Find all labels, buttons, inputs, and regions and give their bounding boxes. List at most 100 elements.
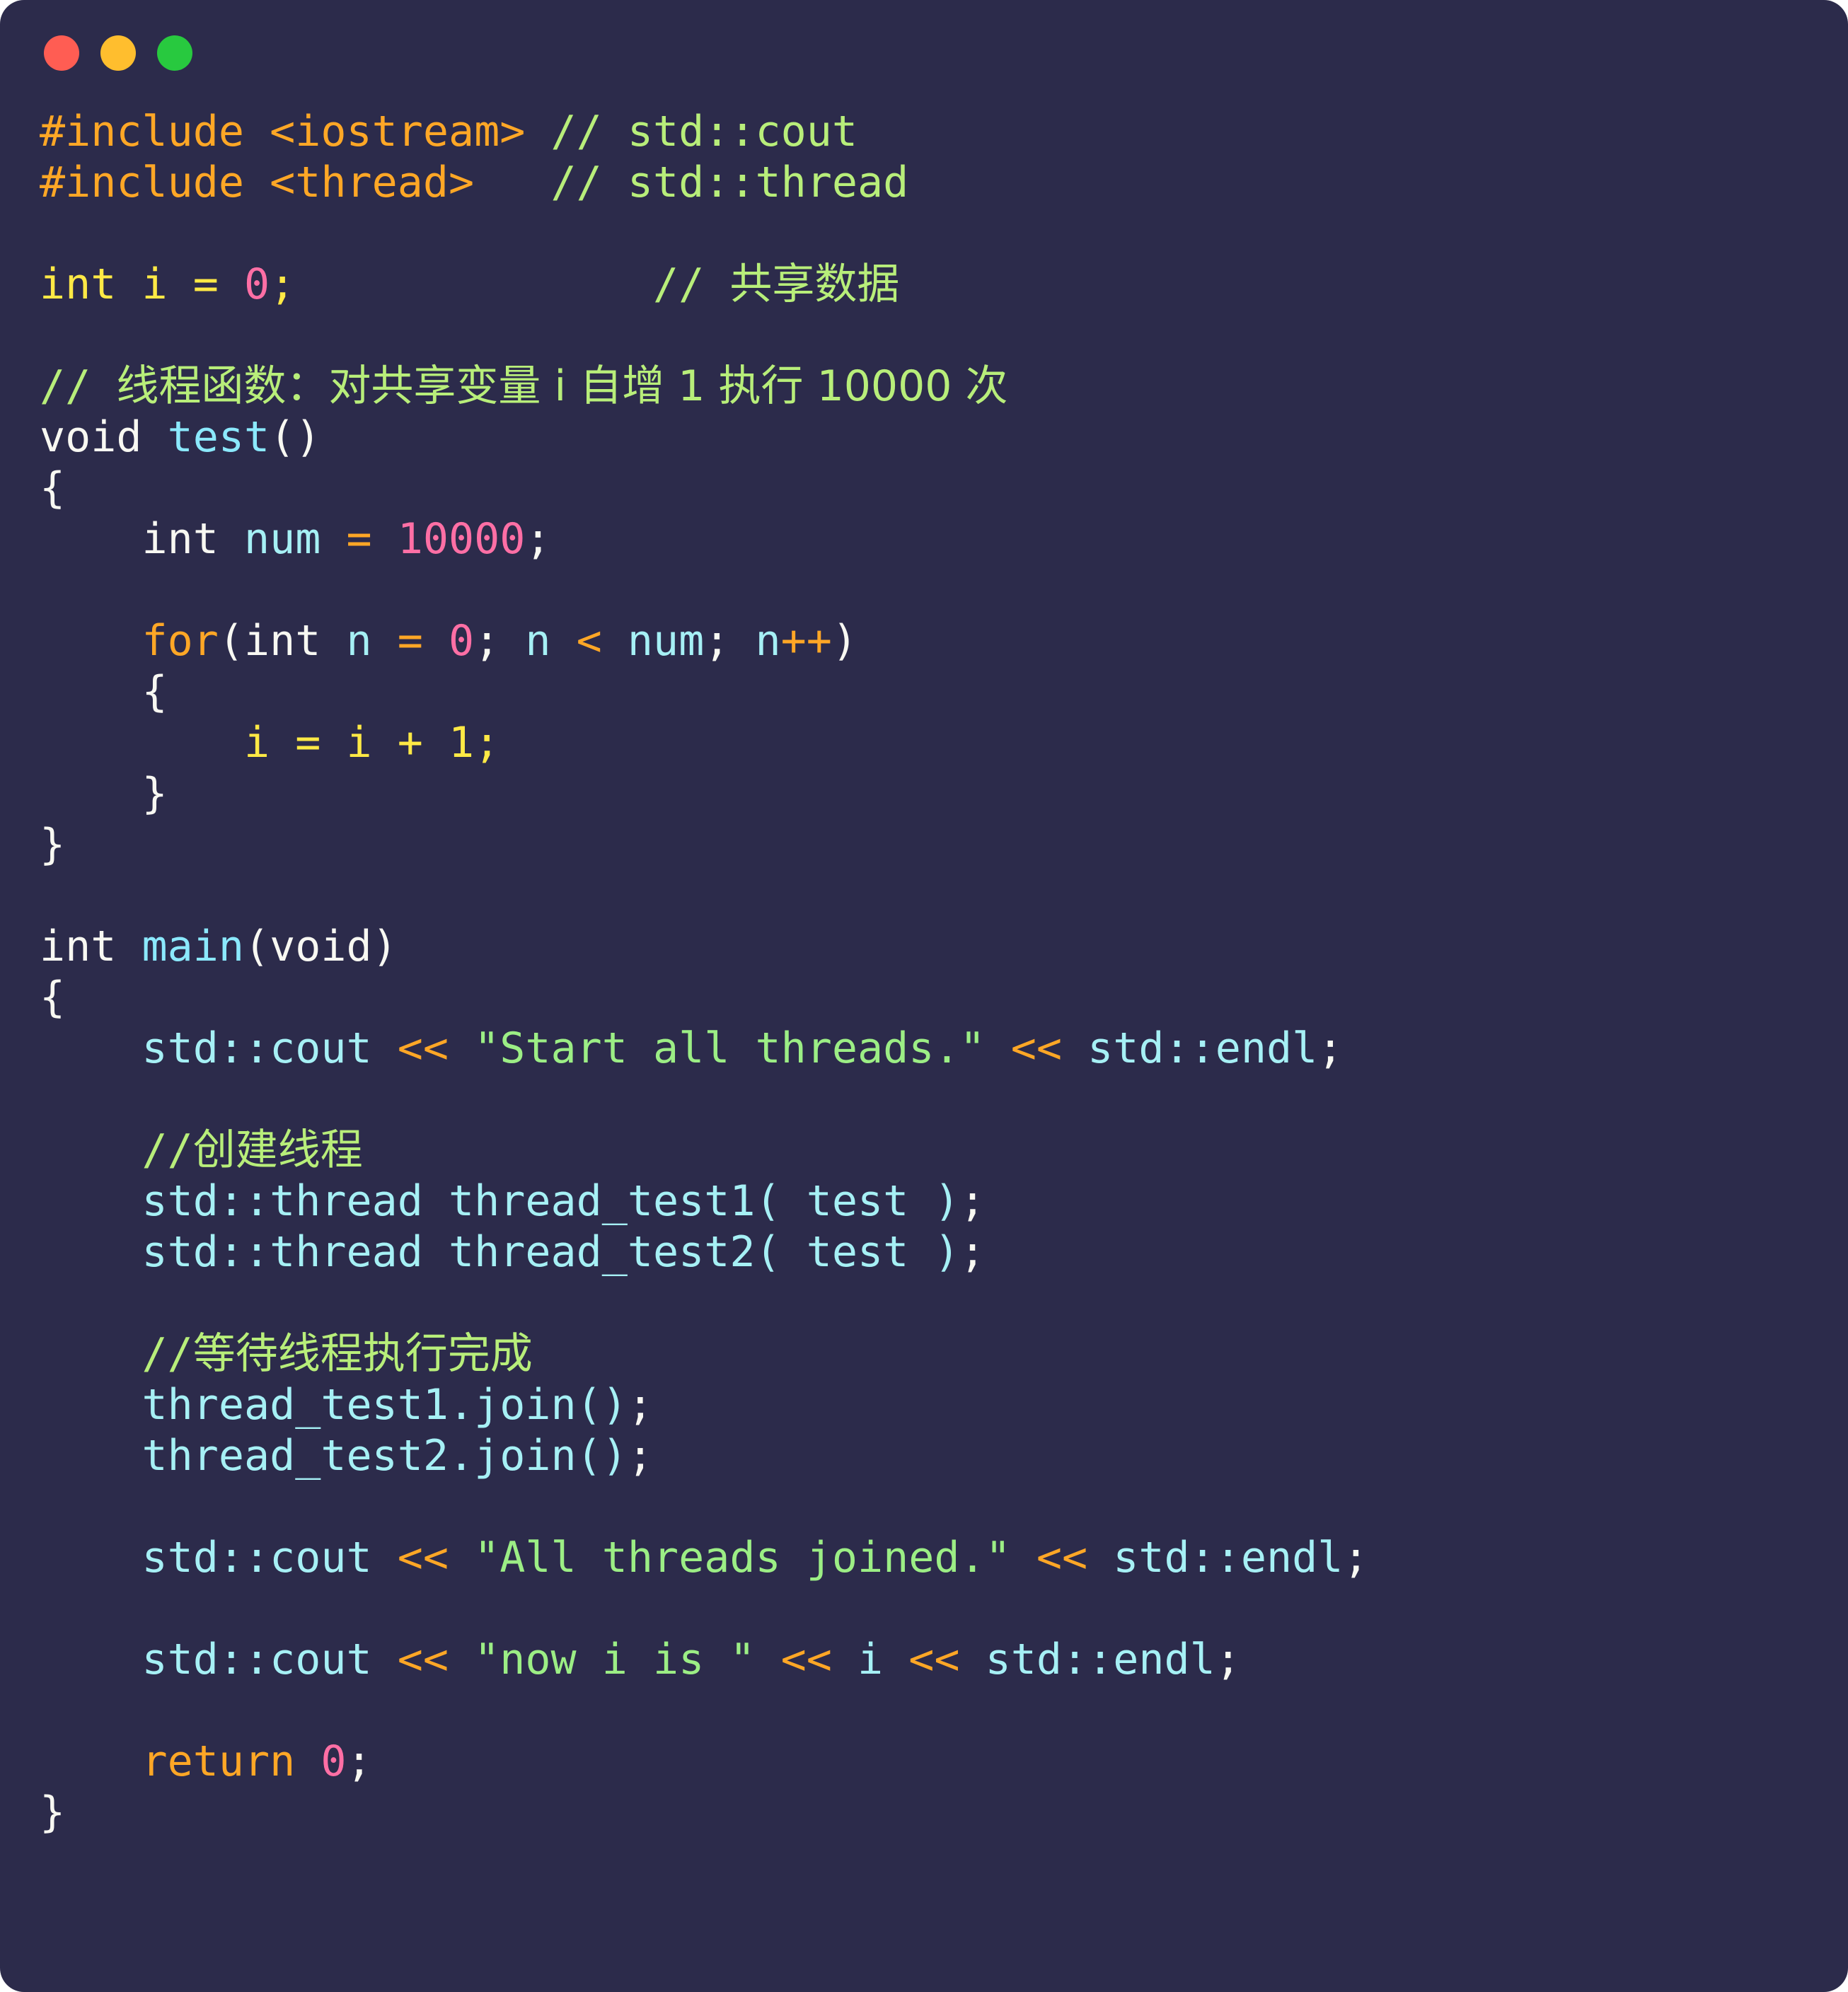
code-token-ident: num	[244, 514, 321, 564]
code-token-punct: ;	[474, 616, 526, 666]
code-token-comment: 等待线程执行完成	[192, 1329, 533, 1379]
code-token-punct: ;	[627, 1380, 653, 1430]
code-token-pre: #include <thread>	[40, 158, 475, 207]
code-line: void test()	[40, 412, 1848, 463]
code-token-ident: std::endl	[985, 1635, 1215, 1684]
code-token-ident: std::thread thread_test1( test )	[142, 1176, 960, 1226]
code-token-comment: //	[652, 260, 730, 309]
code-line: //等待线程执行完成	[40, 1328, 1848, 1379]
code-token-comment: //	[142, 1329, 193, 1379]
maximize-button-icon[interactable]	[157, 35, 192, 71]
code-token-var: 1	[448, 718, 475, 768]
code-token-ident: num	[627, 616, 705, 666]
code-token-punct: ()	[270, 412, 321, 462]
code-token-comment: 共享数据	[729, 260, 900, 309]
code-token-ident: i	[857, 1635, 884, 1684]
code-token-func: main	[142, 922, 245, 971]
code-token-punct: ;	[627, 1431, 653, 1481]
code-token-keyword: for	[142, 616, 219, 666]
code-token-punct: ;	[525, 514, 551, 564]
code-line: {	[40, 463, 1848, 514]
code-token-op: ++	[780, 616, 832, 666]
code-token-punct: )	[371, 922, 398, 971]
code-token-op: <<	[1036, 1533, 1088, 1582]
code-token-num: 0	[449, 616, 475, 666]
code-token-punct: }	[142, 769, 168, 818]
code-token-string: "Start all threads."	[474, 1024, 986, 1073]
code-token-num: 0	[243, 260, 270, 309]
code-token-var: ;	[474, 718, 500, 768]
code-token-func: test	[167, 412, 270, 462]
code-token-punct: (	[244, 922, 270, 971]
code-line: #include <iostream> // std::cout	[40, 106, 1848, 157]
code-token-op: =	[397, 616, 423, 666]
code-token-pre: #include <iostream>	[40, 107, 526, 156]
code-line: int main(void)	[40, 921, 1848, 972]
code-token-punct: ;	[959, 1176, 986, 1226]
code-token-ident: thread_test1.join()	[142, 1380, 628, 1430]
code-token-punct: {	[40, 973, 66, 1022]
code-token-type: int	[142, 514, 244, 564]
code-token-string: "All threads joined."	[474, 1533, 1011, 1582]
code-block[interactable]: #include <iostream> // std::cout #include…	[0, 106, 1848, 1838]
code-token-keyword: return	[142, 1737, 296, 1786]
code-line: int num = 10000;	[40, 514, 1848, 564]
code-token-comment: // std::cout	[550, 107, 857, 156]
code-token-var: int i =	[40, 260, 244, 309]
minimize-button-icon[interactable]	[100, 35, 136, 71]
close-button-icon[interactable]	[44, 35, 79, 71]
code-token-type: void	[270, 922, 372, 971]
code-token-comment: // std::thread	[550, 158, 909, 207]
code-token-ident: std::endl	[1113, 1533, 1344, 1582]
code-line: }	[40, 819, 1848, 870]
code-token-punct: }	[40, 820, 66, 869]
code-token-punct: {	[142, 667, 168, 717]
code-token-ident: std::endl	[1087, 1024, 1318, 1073]
code-line: int i = 0; // 共享数据	[40, 259, 1848, 310]
code-line: {	[40, 972, 1848, 1023]
code-line: }	[40, 1787, 1848, 1838]
code-line: i = i + 1;	[40, 717, 1848, 768]
code-line: std::thread thread_test2( test );	[40, 1227, 1848, 1278]
code-token-punct: }	[40, 1788, 66, 1837]
code-token-op: =	[346, 514, 372, 564]
code-token-punct: )	[831, 616, 857, 666]
code-token-op: <<	[397, 1533, 449, 1582]
code-token-string: "now i is "	[474, 1635, 756, 1684]
code-line: for(int n = 0; n < num; n++)	[40, 615, 1848, 666]
code-token-comment: 线程函数：对共享变量 i 自增 1 执行 10000 次	[116, 361, 1008, 411]
code-token-ident: std::cout	[142, 1635, 372, 1684]
code-line: thread_test1.join();	[40, 1379, 1848, 1430]
code-token-var: ;	[270, 260, 296, 309]
